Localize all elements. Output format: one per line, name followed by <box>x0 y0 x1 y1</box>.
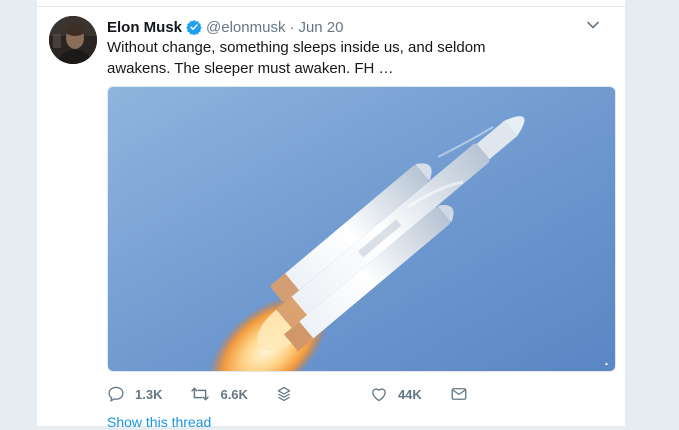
chevron-down-icon[interactable] <box>585 17 601 33</box>
photo-credit: ▲ <box>604 361 609 367</box>
avatar[interactable] <box>49 16 97 64</box>
direct-message-button[interactable] <box>450 386 478 402</box>
separator: · <box>289 18 295 36</box>
reply-count: 1.3K <box>135 386 163 402</box>
verified-badge-icon <box>186 19 202 35</box>
like-button[interactable]: 44K <box>370 386 422 402</box>
avatar-image <box>49 16 97 64</box>
heart-icon <box>372 388 386 402</box>
retweet-icon <box>191 387 210 401</box>
reply-button[interactable]: 1.3K <box>107 386 162 402</box>
reply-icon <box>108 386 124 402</box>
tweet-header: Elon Musk @elonmusk · Jun 20 <box>107 17 613 37</box>
like-count: 44K <box>397 386 422 402</box>
stack-icon <box>277 386 291 402</box>
tweet-text: Without change, something sleeps inside … <box>107 39 486 77</box>
stack-button[interactable] <box>276 386 302 402</box>
retweet-count: 6.6K <box>220 386 248 402</box>
show-thread-link[interactable]: Show this thread <box>107 414 211 430</box>
tweet-media-image[interactable]: ▲ <box>107 86 616 372</box>
tweet-actions: 1.3K 6.6K 44K <box>107 384 527 404</box>
tweet-date[interactable]: Jun 20 <box>298 19 343 36</box>
divider <box>37 6 625 7</box>
retweet-button[interactable]: 6.6K <box>190 386 248 402</box>
author-handle[interactable]: @elonmusk <box>206 19 285 36</box>
timeline-column: Elon Musk @elonmusk · Jun 20 Without cha… <box>36 0 626 430</box>
rocket-launch-image <box>108 87 615 371</box>
author-name[interactable]: Elon Musk <box>107 19 182 36</box>
message-icon <box>451 388 467 400</box>
